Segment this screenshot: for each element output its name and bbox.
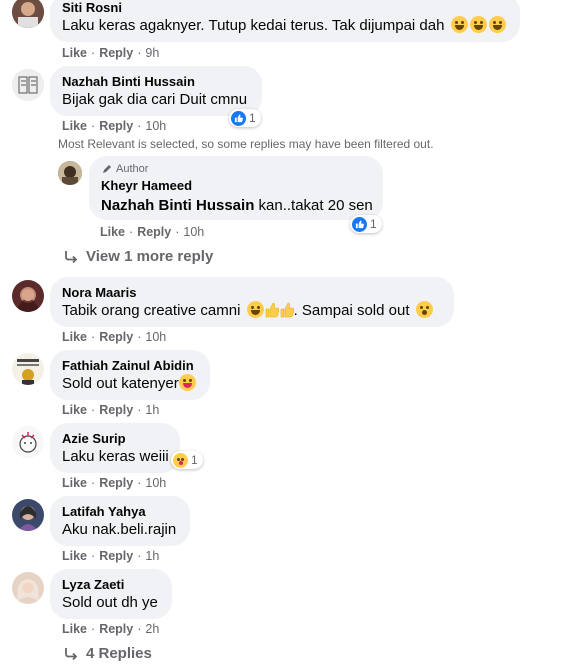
- timestamp[interactable]: 10h: [145, 476, 166, 490]
- reply-button[interactable]: Reply: [99, 46, 133, 60]
- comment-text: Sold out dh ye: [62, 594, 158, 611]
- grinning-emoji-icon: [246, 301, 264, 318]
- like-button[interactable]: Like: [62, 476, 87, 490]
- comment-actions: Like · Reply · 9h: [62, 46, 160, 60]
- timestamp[interactable]: 10h: [145, 330, 166, 344]
- comment-actions: Like · Reply · 10h: [62, 476, 167, 490]
- timestamp[interactable]: 2h: [145, 622, 159, 636]
- like-button[interactable]: Like: [62, 46, 87, 60]
- comment-bubble: Siti Rosni Laku keras agaknyer. Tutup ke…: [50, 0, 520, 42]
- comment-author[interactable]: Latifah Yahya: [62, 504, 178, 520]
- comment-actions: Like · Reply · 1h: [62, 403, 160, 417]
- reply-button[interactable]: Reply: [137, 225, 171, 239]
- like-button[interactable]: Like: [100, 225, 125, 239]
- comment-author[interactable]: Azie Surip: [62, 431, 168, 447]
- reply-button[interactable]: Reply: [99, 403, 133, 417]
- timestamp[interactable]: 10h: [183, 225, 204, 239]
- reply-actions: Like · Reply · 10h: [100, 225, 205, 239]
- view-replies-link[interactable]: 4 Replies: [64, 645, 152, 662]
- tongue-emoji-icon: [178, 374, 196, 391]
- like-reaction-icon: [231, 110, 246, 126]
- comment-author[interactable]: Nora Maaris: [62, 285, 442, 301]
- timestamp[interactable]: 9h: [145, 46, 159, 60]
- comment-actions: Like · Reply · 1h: [62, 549, 160, 563]
- reaction-count[interactable]: 1: [171, 451, 203, 469]
- view-more-replies-link[interactable]: View 1 more reply: [64, 248, 213, 265]
- filter-note: Most Relevant is selected, so some repli…: [58, 137, 434, 151]
- reply-button[interactable]: Reply: [99, 622, 133, 636]
- comment-bubble: Nazhah Binti Hussain Bijak gak dia cari …: [50, 66, 262, 116]
- comment-text: Bijak gak dia cari Duit cmnu: [62, 91, 248, 108]
- pencil-icon: [103, 165, 111, 173]
- comment-author[interactable]: Lyza Zaeti: [62, 577, 160, 593]
- comment-text: Aku nak.beli.rajin: [62, 521, 177, 538]
- comment-text: Tabik orang creative camni . Sampai sold…: [62, 301, 442, 321]
- avatar[interactable]: [58, 161, 82, 185]
- like-button[interactable]: Like: [62, 549, 87, 563]
- comment-text: Sold out katenyer: [62, 374, 198, 394]
- like-reaction-icon: [352, 216, 367, 232]
- comment-bubble: Latifah Yahya Aku nak.beli.rajin: [50, 496, 190, 546]
- like-button[interactable]: Like: [62, 622, 87, 636]
- reaction-count[interactable]: 1: [229, 109, 261, 127]
- comment-bubble: Nora Maaris Tabik orang creative camni .…: [50, 277, 454, 327]
- laughing-emoji-icon: [450, 16, 468, 33]
- avatar[interactable]: [12, 353, 44, 385]
- laughing-emoji-icon: [488, 16, 506, 33]
- reply-button[interactable]: Reply: [99, 549, 133, 563]
- reply-text: Nazhah Binti Hussain kan..takat 20 sen: [101, 197, 373, 214]
- reply-button[interactable]: Reply: [99, 119, 133, 133]
- timestamp[interactable]: 1h: [145, 549, 159, 563]
- kiss-emoji-icon: [173, 452, 188, 468]
- reply-arrow-icon: [65, 647, 78, 660]
- reply-button[interactable]: Reply: [99, 330, 133, 344]
- comment-author[interactable]: Siti Rosni: [62, 0, 508, 16]
- reply-author[interactable]: Kheyr Hameed: [101, 178, 371, 194]
- reaction-count[interactable]: 1: [350, 215, 382, 233]
- avatar[interactable]: [12, 69, 44, 101]
- comment-bubble: Lyza Zaeti Sold out dh ye: [50, 569, 172, 619]
- comment-author[interactable]: Fathiah Zainul Abidin: [62, 358, 198, 374]
- comment-text: Laku keras weiii: [62, 448, 169, 465]
- author-badge: Author: [101, 162, 371, 176]
- like-button[interactable]: Like: [62, 403, 87, 417]
- comment-actions: Like · Reply · 2h: [62, 622, 160, 636]
- avatar[interactable]: [12, 499, 44, 531]
- thumbs-up-emoji-icon: [265, 302, 279, 318]
- fearful-emoji-icon: [415, 301, 433, 318]
- thumbs-up-emoji-icon: [280, 302, 294, 318]
- timestamp[interactable]: 1h: [145, 403, 159, 417]
- comment-bubble: Fathiah Zainul Abidin Sold out katenyer: [50, 350, 210, 400]
- mention-link[interactable]: Nazhah Binti Hussain: [101, 197, 254, 214]
- avatar[interactable]: [12, 426, 44, 458]
- avatar[interactable]: [12, 0, 44, 28]
- reply-button[interactable]: Reply: [99, 476, 133, 490]
- comment-author[interactable]: Nazhah Binti Hussain: [62, 74, 250, 90]
- reply-arrow-icon: [65, 250, 78, 263]
- like-button[interactable]: Like: [62, 330, 87, 344]
- timestamp[interactable]: 10h: [145, 119, 166, 133]
- laughing-emoji-icon: [469, 16, 487, 33]
- like-button[interactable]: Like: [62, 119, 87, 133]
- comment-actions: Like · Reply · 10h: [62, 119, 167, 133]
- reply-bubble: Author Kheyr Hameed Nazhah Binti Hussain…: [89, 156, 383, 220]
- avatar[interactable]: [12, 572, 44, 604]
- comment-text: Laku keras agaknyer. Tutup kedai terus. …: [62, 16, 508, 36]
- avatar[interactable]: [12, 280, 44, 312]
- comment-bubble: Azie Surip Laku keras weiii: [50, 423, 180, 473]
- comment-actions: Like · Reply · 10h: [62, 330, 167, 344]
